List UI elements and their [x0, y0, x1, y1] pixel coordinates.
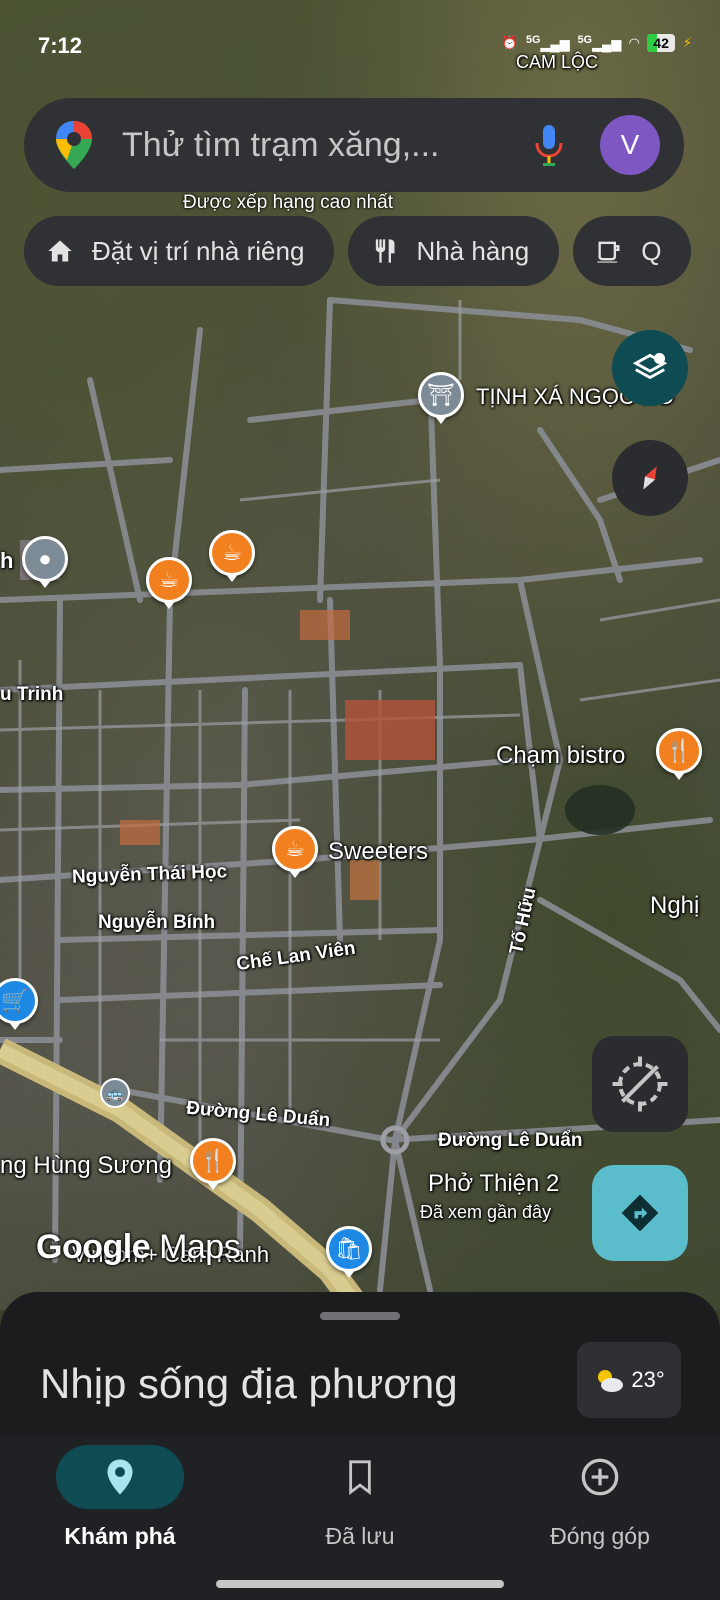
- wifi-icon: ◠: [629, 35, 640, 51]
- charging-icon: ⚡: [682, 35, 692, 51]
- chip-label: Đặt vị trí nhà riêng: [92, 235, 305, 266]
- bottom-navigation: Khám phá Đã lưu Đóng góp: [0, 1437, 720, 1600]
- compass-icon: [643, 466, 657, 490]
- chip-coffee[interactable]: Q: [573, 216, 692, 286]
- place-label: Nghị: [650, 892, 700, 919]
- nav-saved-label: Đã lưu: [325, 1523, 395, 1549]
- bookmark-icon: [349, 1460, 371, 1495]
- street-label: Đường Lê Duẩn: [438, 1130, 583, 1151]
- logo-google-text: Google: [36, 1228, 151, 1266]
- bus-stop-icon[interactable]: 🚌: [100, 1078, 130, 1108]
- signal-icon: 5G▂▄▆: [525, 34, 570, 52]
- restaurant-marker-icon[interactable]: 🍴: [656, 728, 702, 774]
- street-label: u Trinh: [0, 684, 64, 705]
- google-maps-logo: Google Maps: [36, 1228, 241, 1267]
- category-chips: Đặt vị trí nhà riêng Nhà hàng Q: [24, 216, 692, 286]
- nav-explore-label: Khám phá: [64, 1523, 176, 1549]
- restaurant-icon: [376, 239, 395, 263]
- directions-button[interactable]: [592, 1165, 688, 1261]
- shopping-bag-marker-icon[interactable]: 🛍: [326, 1226, 372, 1272]
- partly-cloudy-icon: [598, 1370, 624, 1392]
- chip-label: Nhà hàng: [416, 235, 530, 266]
- microphone-icon[interactable]: [534, 123, 564, 167]
- compass-button[interactable]: [612, 440, 688, 516]
- home-icon: [48, 240, 72, 262]
- cafe-marker-icon[interactable]: ☕: [272, 826, 318, 872]
- nav-contribute[interactable]: Đóng góp: [480, 1437, 720, 1600]
- google-maps-pin-icon: [56, 121, 92, 169]
- logo-maps-text: Maps: [159, 1228, 241, 1266]
- sheet-title: Nhịp sống địa phương: [40, 1360, 458, 1407]
- status-icons: ⏰ 5G▂▄▆ 5G▂▄▆ ◠ 42 ⚡: [501, 34, 692, 53]
- chip-label: Q: [641, 235, 662, 266]
- search-bar[interactable]: Thử tìm trạm xăng,... V: [24, 98, 684, 192]
- top-rated-label: Được xếp hạng cao nhất: [183, 192, 394, 213]
- directions-icon: [621, 1194, 659, 1232]
- place-marker-icon[interactable]: ●: [22, 536, 68, 582]
- status-time: 7:12: [38, 33, 83, 58]
- restaurant-label[interactable]: Phở Thiện 2: [428, 1170, 559, 1198]
- restaurant-label[interactable]: ng Hùng Sương: [0, 1152, 172, 1180]
- search-input[interactable]: Thử tìm trạm xăng,...: [122, 126, 534, 165]
- temple-marker-icon[interactable]: ⛩: [418, 372, 464, 418]
- place-label: h: [0, 548, 14, 573]
- battery-icon: 42: [647, 34, 675, 53]
- nav-saved[interactable]: Đã lưu: [240, 1437, 480, 1600]
- chip-set-home[interactable]: Đặt vị trí nhà riêng: [24, 216, 335, 286]
- temperature: 23°: [631, 1367, 665, 1392]
- nav-contribute-pill[interactable]: [536, 1445, 664, 1509]
- recently-viewed-label: Đã xem gần đây: [420, 1202, 552, 1222]
- signal-icon: 5G▂▄▆: [577, 34, 622, 52]
- cafe-marker-icon[interactable]: ☕: [209, 530, 255, 576]
- restaurant-marker-icon[interactable]: 🍴: [190, 1138, 236, 1184]
- location-off-icon: [612, 1056, 668, 1112]
- nav-explore-pill[interactable]: [56, 1445, 184, 1509]
- weather-chip[interactable]: 23°: [577, 1342, 681, 1418]
- street-label: Nguyễn Bính: [98, 912, 216, 933]
- nav-contribute-label: Đóng góp: [550, 1523, 650, 1549]
- my-location-button[interactable]: [592, 1036, 688, 1132]
- layers-icon: [632, 352, 668, 380]
- location-pin-icon: [107, 1459, 133, 1495]
- layers-button[interactable]: [612, 330, 688, 406]
- nav-saved-pill[interactable]: [296, 1445, 424, 1509]
- cafe-marker-icon[interactable]: ☕: [146, 557, 192, 603]
- nav-explore[interactable]: Khám phá: [0, 1437, 240, 1600]
- add-circle-icon: [581, 1458, 619, 1496]
- chip-restaurants[interactable]: Nhà hàng: [348, 216, 560, 286]
- sheet-drag-handle[interactable]: [320, 1312, 400, 1320]
- alarm-icon: ⏰: [501, 35, 518, 51]
- gesture-bar[interactable]: [216, 1580, 504, 1588]
- account-avatar[interactable]: V: [600, 115, 660, 175]
- restaurant-label[interactable]: Chạm bistro: [496, 742, 625, 770]
- coffee-icon: [597, 241, 620, 263]
- status-bar: 7:12 ⏰ 5G▂▄▆ 5G▂▄▆ ◠ 42 ⚡: [0, 0, 720, 90]
- explore-bottom-sheet[interactable]: Nhịp sống địa phương 23°: [0, 1292, 720, 1437]
- cafe-label[interactable]: Sweeters: [328, 838, 428, 866]
